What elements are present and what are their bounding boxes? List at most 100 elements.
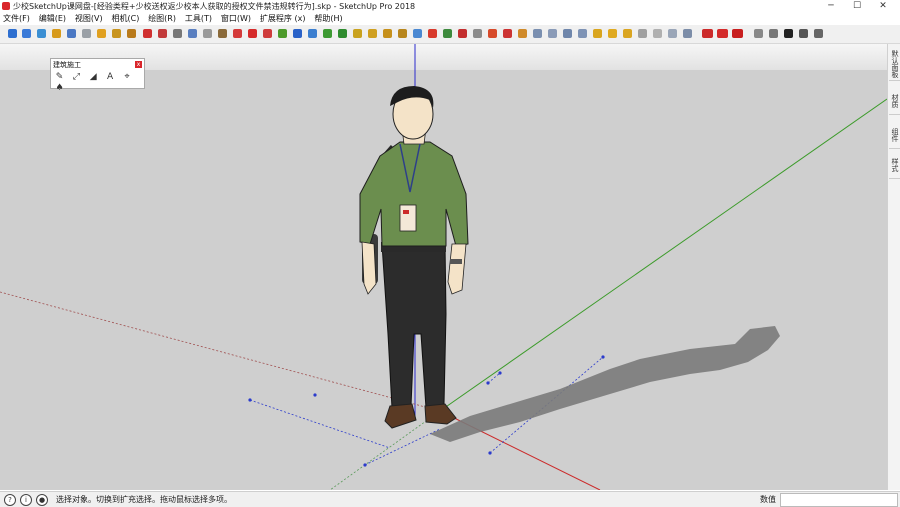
axes-icon[interactable]: ⌖ [122, 72, 133, 83]
menu-view[interactable]: 视图(V) [72, 13, 106, 25]
bbox-corner [248, 398, 252, 402]
bbox-edge-4 [364, 428, 441, 466]
tray-tab-styles[interactable]: 样式 [889, 152, 900, 179]
zoom-extents-icon[interactable] [443, 29, 452, 38]
text-tool-icon[interactable] [338, 29, 347, 38]
tray-tab-materials[interactable]: 材质 [889, 88, 900, 115]
shaded-icon[interactable] [668, 29, 677, 38]
right-shoe [424, 403, 457, 425]
line-tool-icon[interactable] [67, 29, 76, 38]
right-view-icon[interactable] [578, 29, 587, 38]
tray-tab-components[interactable]: 组件 [889, 122, 900, 149]
pie-tool-icon[interactable] [127, 29, 136, 38]
menu-camera[interactable]: 相机(C) [108, 13, 142, 25]
menu-window[interactable]: 窗口(W) [218, 13, 254, 25]
rotate-tool-icon[interactable] [263, 29, 272, 38]
protractor-icon[interactable]: ◢ [88, 72, 99, 83]
zoom-window-icon[interactable] [428, 29, 437, 38]
two-point-arc-icon[interactable] [112, 29, 121, 38]
close-button[interactable]: ✕ [868, 0, 898, 13]
orbit-tool-icon[interactable] [383, 29, 392, 38]
menu-help[interactable]: 帮助(H) [311, 13, 345, 25]
menu-edit[interactable]: 编辑(E) [36, 13, 69, 25]
bbox-corner [601, 355, 605, 359]
menu-file[interactable]: 文件(F) [0, 13, 33, 25]
protractor-icon[interactable] [323, 29, 332, 38]
3d-viewport[interactable] [0, 44, 887, 490]
paint-bucket-icon[interactable] [52, 29, 61, 38]
main-toolbar [0, 25, 900, 44]
text-label-icon[interactable]: A [105, 72, 116, 83]
wireframe-icon[interactable] [638, 29, 647, 38]
xray-icon[interactable] [623, 29, 632, 38]
red-axis-dotted-line [0, 291, 441, 412]
status-bar: ? i ● 选择对象。切换到扩充选择。拖动鼠标选择多项。 数值 [0, 491, 900, 507]
tray-tab-default[interactable]: 默认面板 [889, 48, 900, 81]
tape-measure-icon[interactable]: ✎ [54, 72, 65, 83]
tape-measure-icon[interactable] [293, 29, 302, 38]
position-camera-icon[interactable] [473, 29, 482, 38]
back-view-icon[interactable] [593, 29, 602, 38]
measurements-input[interactable] [780, 493, 898, 507]
left-view-icon[interactable] [608, 29, 617, 38]
move-tool-icon[interactable] [248, 29, 257, 38]
shaded-textures-icon[interactable] [683, 29, 692, 38]
previous-view-icon[interactable] [458, 29, 467, 38]
eraser-tool-icon[interactable] [37, 29, 46, 38]
id-badge [399, 204, 417, 232]
look-around-icon[interactable] [503, 29, 512, 38]
select-tool-icon[interactable] [8, 29, 17, 38]
construction-toolbar-window[interactable]: 建筑施工 x ✎ ⤢ ◢ A ⌖ ♠ [50, 58, 145, 93]
axes-tool-icon[interactable] [353, 29, 362, 38]
user-account-icon[interactable]: ● [36, 494, 48, 506]
scenes-icon[interactable] [784, 29, 793, 38]
outliner-icon[interactable] [769, 29, 778, 38]
geolocation-icon[interactable]: ? [4, 494, 16, 506]
layer-icon[interactable] [754, 29, 763, 38]
construction-toolbar-close-button[interactable]: x [135, 61, 142, 68]
offset-tool-icon[interactable] [233, 29, 242, 38]
freehand-tool-icon[interactable] [82, 29, 91, 38]
green-axis-dotted-line [329, 410, 441, 490]
default-tray: 默认面板 材质 组件 样式 [887, 44, 900, 490]
push-pull-icon[interactable] [203, 29, 212, 38]
polygon-tool-icon[interactable] [188, 29, 197, 38]
hidden-line-icon[interactable] [653, 29, 662, 38]
menu-tools[interactable]: 工具(T) [182, 13, 215, 25]
make-component-icon[interactable] [22, 29, 31, 38]
credits-icon[interactable]: i [20, 494, 32, 506]
pants [381, 243, 447, 409]
menu-extensions[interactable]: 扩展程序 (x) [257, 13, 309, 25]
construction-toolbar-title: 建筑施工 [53, 61, 81, 69]
wristwatch [450, 259, 462, 264]
rotated-rectangle-icon[interactable] [158, 29, 167, 38]
iso-view-icon[interactable] [533, 29, 542, 38]
dimension-icon[interactable]: ⤢ [71, 72, 82, 83]
rectangle-tool-icon[interactable] [143, 29, 152, 38]
circle-tool-icon[interactable] [173, 29, 182, 38]
3d-text-icon[interactable]: ♠ [54, 83, 65, 94]
dimension-tool-icon[interactable] [308, 29, 317, 38]
3d-text-icon[interactable] [368, 29, 377, 38]
status-hint: 选择对象。切换到扩充选择。拖动鼠标选择多项。 [56, 495, 232, 504]
arc-tool-icon[interactable] [97, 29, 106, 38]
follow-me-icon[interactable] [218, 29, 227, 38]
sandbox-icon[interactable] [814, 29, 823, 38]
menu-draw[interactable]: 绘图(R) [145, 13, 179, 25]
share-model-icon[interactable] [732, 29, 743, 38]
zoom-tool-icon[interactable] [413, 29, 422, 38]
front-view-icon[interactable] [563, 29, 572, 38]
warehouse-icon[interactable] [702, 29, 713, 38]
walk-tool-icon[interactable] [488, 29, 497, 38]
extension-warehouse-icon[interactable] [717, 29, 728, 38]
left-shoe [384, 403, 417, 429]
top-view-icon[interactable] [548, 29, 557, 38]
solid-tools-icon[interactable] [799, 29, 808, 38]
pan-tool-icon[interactable] [398, 29, 407, 38]
left-hand [361, 241, 377, 295]
scale-tool-icon[interactable] [278, 29, 287, 38]
section-plane-icon[interactable] [518, 29, 527, 38]
bbox-edge-3 [487, 372, 501, 384]
bbox-corner [498, 371, 502, 375]
menu-bar: 文件(F) 编辑(E) 视图(V) 相机(C) 绘图(R) 工具(T) 窗口(W… [0, 13, 900, 25]
